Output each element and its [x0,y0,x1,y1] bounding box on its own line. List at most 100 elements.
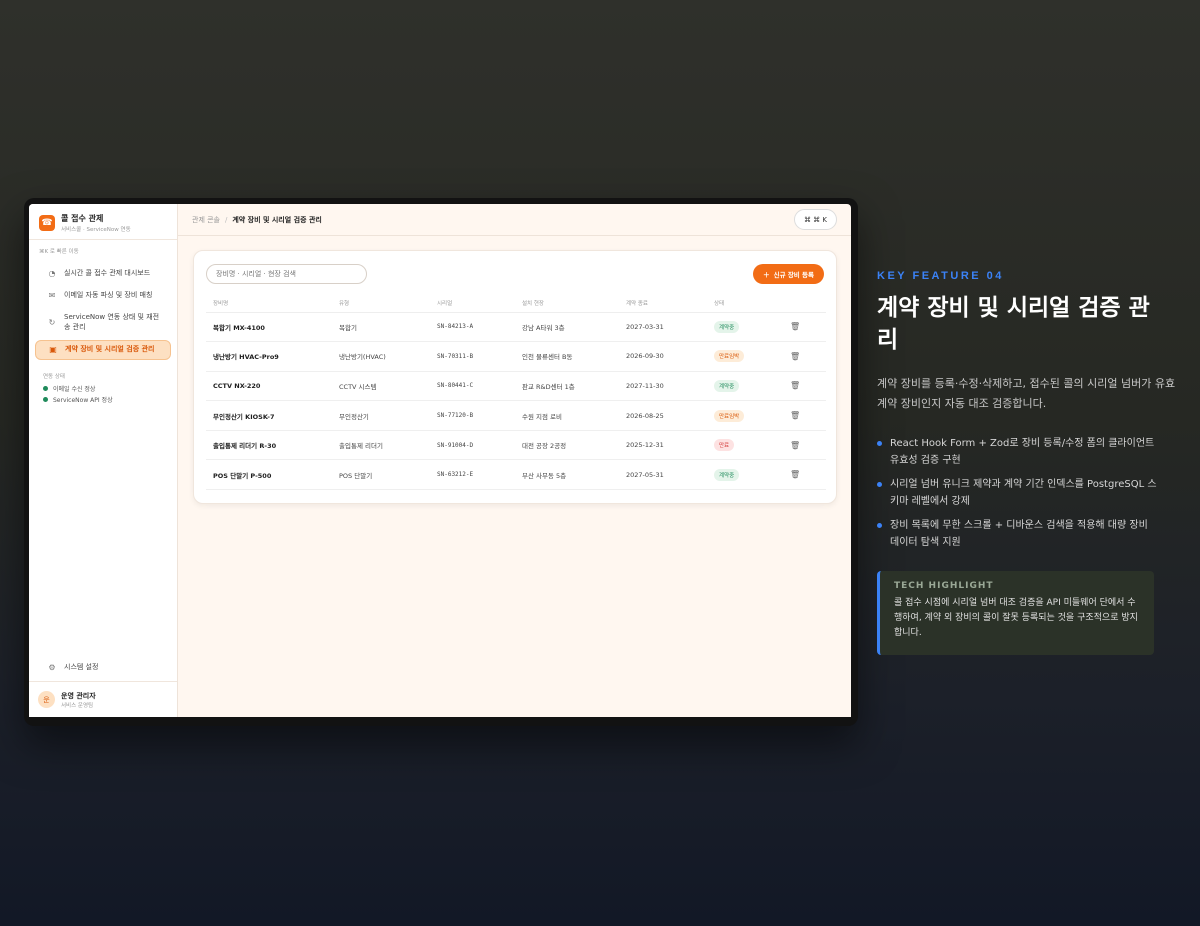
serial-cell: SN-91004-D [430,430,515,461]
site-cell: 인천 물류센터 B동 [515,341,619,372]
add-device-button[interactable]: ＋ 신규 장비 등록 [753,264,824,284]
serial-cell: SN-80441-C [430,371,515,402]
sidebar-item-label: 계약 장비 및 시리얼 검증 관리 [65,345,155,354]
table-row[interactable]: 출입통제 리더기 R-30 출입통제 리더기 SN-91004-D 대전 공장 2공정… [206,430,826,461]
breadcrumb-separator: / [225,215,228,224]
refresh-icon: ↻ [48,318,56,328]
profile-name: 운영 관리자 [61,691,96,700]
sidebar-item-label: 이메일 자동 파싱 및 장비 매칭 [64,291,153,300]
status-label: 이메일 수신 정상 [53,386,96,393]
device-name-cell: 냉난방기 HVAC-Pro9 [206,341,332,372]
status-cell: 만료임박 [707,341,783,372]
table-row[interactable]: 무인정산기 KIOSK-7 무인정산기 SN-77120-B 수원 지점 로비 2026… [206,400,826,431]
device-name-cell: 출입통제 리더기 R-30 [206,430,332,461]
status-cell: 계약중 [707,371,783,402]
column-header[interactable]: 설치 현장 [515,294,619,313]
column-header[interactable]: 시리얼 [430,294,515,313]
sidebar-item-contract-devices[interactable]: ▣ 계약 장비 및 시리얼 검증 관리 [35,340,171,360]
status-dot [43,397,48,402]
column-header[interactable]: 장비명 [206,294,332,313]
breadcrumb-parent[interactable]: 관제 콘솔 [192,215,220,225]
status-badge: 계약중 [714,320,740,333]
search-input[interactable] [206,264,367,284]
actions-cell: 🗑 [783,459,826,491]
highlight-title: TECH HIGHLIGHT [894,581,994,591]
trash-icon[interactable]: 🗑 [790,381,800,390]
serial-cell: SN-77120-B [430,400,515,431]
status-badge: 만료임박 [714,409,745,422]
highlight-text: 콜 접수 시점에 시리얼 넘버 대조 검증을 API 미들웨어 단에서 수행하여… [894,598,1138,638]
main-content: 관제 콘솔 / 계약 장비 및 시리얼 검증 관리 ⌘ ⌘ K ＋ 신규 장비 … [178,204,851,717]
plus-icon: ＋ [763,271,770,279]
status-badge: 계약중 [714,379,740,392]
sidebar-item-label: ServiceNow 연동 상태 및 재전송 관리 [64,313,160,331]
actions-cell: 🗑 [783,371,826,402]
trash-icon[interactable]: 🗑 [790,470,800,479]
sidebar-item-settings[interactable]: ⚙ 시스템 설정 [35,658,171,678]
actions-cell: 🗑 [783,341,826,372]
device-name-cell: CCTV NX-220 [206,371,332,402]
column-header[interactable]: 계약 종료 [619,294,707,313]
sidebar-item-label: 실시간 콜 접수 관제 대시보드 [64,269,151,278]
device-type-cell: 무인정산기 [332,400,430,431]
status-email: 이메일 수신 정상 [29,383,177,394]
site-cell: 강남 A타워 3층 [515,312,619,343]
profile-role: 서비스 운영팀 [61,702,94,709]
app-screen: ☎ 콜 접수 관제 서비스콜 · ServiceNow 연동 ⌘K 로 빠른 이… [29,204,851,717]
contract-end-cell: 2027-11-30 [619,371,707,402]
contract-end-cell: 2026-08-25 [619,400,707,431]
feature-description: 계약 장비를 등록·수정·삭제하고, 접수된 콜의 시리얼 넘버가 유효 계약 … [877,377,1176,410]
site-cell: 대전 공장 2공정 [515,430,619,461]
status-badge: 만료임박 [714,350,745,363]
site-cell: 부산 사무동 5층 [515,459,619,491]
gear-icon: ⚙ [48,663,56,673]
device-icon: ▣ [49,345,57,355]
actions-cell: 🗑 [783,312,826,343]
device-type-cell: POS 단말기 [332,459,430,491]
table-row[interactable]: 냉난방기 HVAC-Pro9 냉난방기(HVAC) SN-70311-B 인천 물류센… [206,341,826,372]
user-profile[interactable]: 운 운영 관리자 서비스 운영팀 [29,681,177,717]
brand-logo-icon: ☎ [39,214,55,231]
trash-icon[interactable]: 🗑 [790,441,800,450]
device-name-cell: 복합기 MX-4100 [206,312,332,343]
column-header [783,294,826,313]
breadcrumb: 관제 콘솔 / 계약 장비 및 시리얼 검증 관리 ⌘ ⌘ K [178,204,851,236]
column-header[interactable]: 유형 [332,294,430,313]
feature-bullet: React Hook Form + Zod로 장비 등록/수정 폼의 클라이언트… [877,435,1157,469]
command-palette-button[interactable]: ⌘ ⌘ K [793,209,837,230]
trash-icon[interactable]: 🗑 [790,322,800,331]
tech-highlight-box: TECH HIGHLIGHT 콜 접수 시점에 시리얼 넘버 대조 검증을 AP… [877,571,1154,655]
contract-end-cell: 2025-12-31 [619,430,707,461]
table-row[interactable]: POS 단말기 P-500 POS 단말기 SN-63212-E 부산 사무동 5층 2… [206,459,826,491]
status-badge: 만료 [714,439,735,452]
brand-title: 콜 접수 관제 [61,213,104,223]
device-type-cell: CCTV 시스템 [332,371,430,402]
feature-bullet: 장비 목록에 무한 스크롤 + 디바운스 검색을 적용해 대량 장비 데이터 탐… [877,517,1157,551]
sidebar-item-dashboard[interactable]: ◔ 실시간 콜 접수 관제 대시보드 [35,264,171,284]
actions-cell: 🗑 [783,400,826,431]
contract-end-cell: 2027-05-31 [619,459,707,491]
trash-icon[interactable]: 🗑 [790,352,800,361]
status-heading: 연동 상태 [43,374,65,380]
site-cell: 수원 지점 로비 [515,400,619,431]
breadcrumb-current: 계약 장비 및 시리얼 검증 관리 [232,215,322,224]
add-device-label: 신규 장비 등록 [773,271,814,279]
sidebar-item-servicenow[interactable]: ↻ ServiceNow 연동 상태 및 재전송 관리 [35,308,171,338]
status-cell: 만료임박 [707,400,783,431]
device-name-cell: 무인정산기 KIOSK-7 [206,400,332,431]
sidebar-item-email-parsing[interactable]: ✉ 이메일 자동 파싱 및 장비 매칭 [35,286,171,306]
table-header-row: 장비명 유형 시리얼 설치 현장 계약 종료 상태 [206,294,826,313]
table-row[interactable]: 복합기 MX-4100 복합기 SN-84213-A 강남 A타워 3층 2027-03… [206,312,826,343]
brand[interactable]: ☎ 콜 접수 관제 서비스콜 · ServiceNow 연동 [29,204,177,240]
sidebar-item-label: 시스템 설정 [64,663,99,672]
status-cell: 만료 [707,430,783,461]
mail-icon: ✉ [48,291,56,301]
table-row[interactable]: CCTV NX-220 CCTV 시스템 SN-80441-C 판교 R&D센터 1층… [206,371,826,402]
serial-cell: SN-84213-A [430,312,515,343]
column-header[interactable]: 상태 [707,294,783,313]
brand-subtitle: 서비스콜 · ServiceNow 연동 [61,226,131,233]
trash-icon[interactable]: 🗑 [790,411,800,420]
gauge-icon: ◔ [48,269,56,279]
device-name-cell: POS 단말기 P-500 [206,459,332,491]
quick-nav-hint[interactable]: ⌘K 로 빠른 이동 [29,240,177,262]
